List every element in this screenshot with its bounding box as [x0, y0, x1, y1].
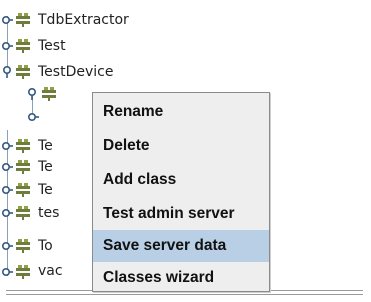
tree-node-label: Te: [38, 138, 53, 154]
tree-node-label: Te: [38, 182, 53, 198]
tree-node[interactable]: Te: [0, 180, 92, 200]
tree-node[interactable]: TdbExtractor: [0, 10, 200, 30]
server-icon: [16, 206, 30, 220]
tree-handle-icon[interactable]: [1, 140, 13, 152]
tree-handle-icon[interactable]: [1, 240, 13, 252]
server-icon: [16, 239, 30, 253]
tree-node[interactable]: Te: [0, 157, 92, 177]
server-icon: [16, 65, 30, 79]
server-icon: [16, 160, 30, 174]
tree-handle-icon[interactable]: [1, 207, 13, 219]
server-icon: [42, 87, 56, 101]
server-icon: [16, 139, 30, 153]
tree-node[interactable]: tes: [0, 203, 92, 223]
tree-node-label: TdbExtractor: [38, 12, 129, 28]
server-icon: [16, 265, 30, 279]
tree-node-label: To: [38, 238, 53, 254]
tree-handle-icon[interactable]: [27, 111, 39, 123]
tree-node-label: vac: [38, 263, 63, 279]
tree-node-label: TestDevice: [38, 64, 114, 80]
tree-handle-icon[interactable]: [1, 40, 13, 52]
tree-handle-icon[interactable]: [1, 266, 13, 278]
tree-node[interactable]: To: [0, 236, 92, 256]
tree-node-label: tes: [38, 205, 60, 221]
tree-handle-icon[interactable]: [1, 14, 13, 26]
tree-node-label: Test: [38, 38, 66, 54]
menu-item-delete[interactable]: Delete: [93, 130, 269, 162]
tree-node-label: Te: [38, 159, 53, 175]
tree-node[interactable]: Test: [0, 36, 200, 56]
menu-item-classes-wizard[interactable]: Classes wizard: [93, 262, 269, 294]
divider: [6, 294, 363, 295]
tree-handle-expanded-icon[interactable]: [26, 88, 38, 100]
tree-node[interactable]: TestDevice: [0, 62, 200, 82]
tree-node[interactable]: Te: [0, 136, 92, 156]
server-icon: [16, 13, 30, 27]
menu-item-save-server-data[interactable]: Save server data: [93, 230, 269, 262]
menu-item-test-admin-server[interactable]: Test admin server: [93, 198, 269, 230]
tree-node[interactable]: [0, 108, 100, 128]
server-icon: [16, 39, 30, 53]
tree-node[interactable]: vac: [0, 262, 92, 282]
context-menu: Rename Delete Add class Test admin serve…: [92, 92, 270, 292]
tree-handle-icon[interactable]: [1, 184, 13, 196]
tree-handle-icon[interactable]: [1, 161, 13, 173]
menu-item-rename[interactable]: Rename: [93, 96, 269, 128]
menu-item-add-class[interactable]: Add class: [93, 164, 269, 196]
tree-handle-expanded-icon[interactable]: [1, 66, 13, 78]
server-icon: [16, 183, 30, 197]
